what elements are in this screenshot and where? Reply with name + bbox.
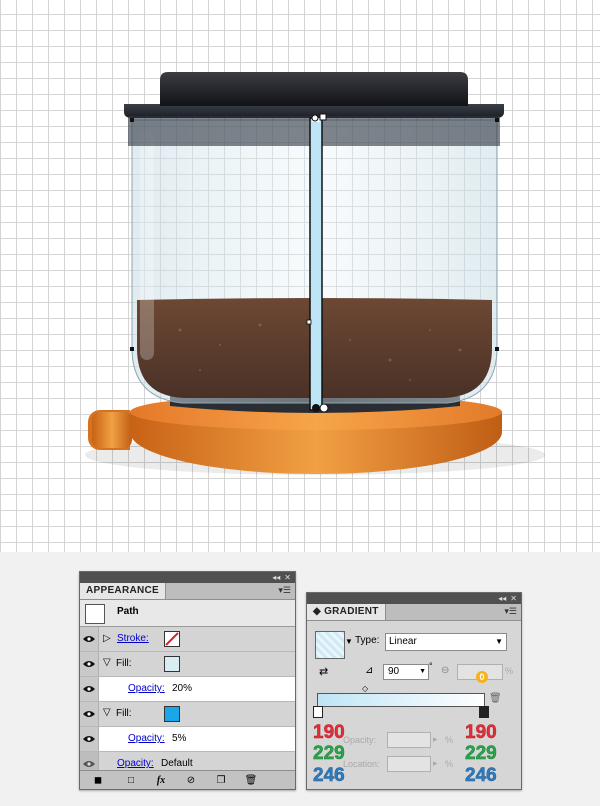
opacity-link[interactable]: Opacity: xyxy=(128,683,165,694)
jar-cap xyxy=(160,72,468,106)
opacity-value: 20% xyxy=(172,683,193,694)
appearance-panel: ◂◂ ✕ APPEARANCE ▾☰ Path ▷ Stroke: ▽ Fill:… xyxy=(79,571,296,790)
clear-appearance-icon[interactable]: □ xyxy=(116,775,146,786)
fx-icon[interactable]: fx xyxy=(146,775,176,786)
gradient-stop-start[interactable] xyxy=(313,706,323,718)
chevron-right-icon: ▸ xyxy=(433,734,438,744)
disclosure-triangle-open-icon[interactable]: ▽ xyxy=(103,707,111,718)
green-value-right: 229 xyxy=(465,743,497,764)
fill-label: Fill: xyxy=(116,708,132,719)
gradient-title: GRADIENT xyxy=(324,606,379,617)
fill-swatch-light[interactable] xyxy=(164,656,180,672)
blue-value-left: 246 xyxy=(313,765,345,786)
angle-icon: ⊿ xyxy=(365,665,374,676)
tab-appearance[interactable]: APPEARANCE xyxy=(80,583,167,599)
angle-input[interactable]: 90 ▼ xyxy=(383,664,429,680)
opacity-label: Opacity: xyxy=(343,735,377,745)
gradient-stop-end[interactable] xyxy=(479,706,489,718)
expand-icon: ◆ xyxy=(313,606,325,617)
angle-value: 90 xyxy=(388,666,400,677)
opacity-link[interactable]: Opacity: xyxy=(128,733,165,744)
path-label: Path xyxy=(117,606,139,617)
opacity-row-1[interactable]: Opacity: 20% xyxy=(80,677,295,702)
type-select[interactable]: Linear ▼ xyxy=(385,633,507,651)
stroke-swatch[interactable] xyxy=(164,631,180,647)
disclosure-triangle-icon[interactable]: ▷ xyxy=(103,633,111,644)
eye-icon[interactable] xyxy=(80,677,99,701)
trash-icon[interactable]: 🗑 xyxy=(236,775,266,786)
stroke-label[interactable]: Stroke: xyxy=(117,633,149,644)
opacity-row-2[interactable]: Opacity: 5% xyxy=(80,727,295,752)
eye-icon[interactable] xyxy=(80,652,99,676)
eye-icon[interactable] xyxy=(80,627,99,651)
jar-illustration[interactable] xyxy=(0,0,600,552)
percent-label: % xyxy=(445,735,454,745)
green-value-left: 229 xyxy=(313,743,345,764)
panel-menu-icon[interactable]: ▾☰ xyxy=(278,585,291,596)
location-label: Location: xyxy=(343,759,380,769)
fill-row-1[interactable]: ▽ Fill: xyxy=(80,652,295,677)
tab-gradient[interactable]: ◆ GRADIENT xyxy=(307,604,386,620)
appearance-footer: ◼ □ fx ⊘ ❐ 🗑 xyxy=(80,770,295,789)
degree-symbol: ° xyxy=(429,661,433,671)
gradient-ramp[interactable] xyxy=(317,693,485,707)
glass-highlight xyxy=(140,130,154,360)
red-value-right: 190 xyxy=(465,722,497,743)
panel-titlebar[interactable]: ◂◂ ✕ xyxy=(307,593,521,604)
eye-icon[interactable] xyxy=(80,727,99,751)
trash-icon[interactable]: 🗑 xyxy=(489,693,502,704)
no-icon[interactable]: ⊘ xyxy=(176,775,206,786)
opacity-value: 5% xyxy=(172,733,187,744)
reverse-gradient-icon[interactable]: ⇄ xyxy=(319,665,328,678)
chevron-down-icon: ▼ xyxy=(419,668,426,675)
type-select-value: Linear xyxy=(389,636,417,647)
close-icon[interactable]: ✕ xyxy=(284,572,291,583)
aspect-value-badge: 0 xyxy=(476,671,488,683)
gradient-panel: ◂◂ ✕ ◆ GRADIENT ▾☰ ▼ Type: Linear ▼ ⇄ ⊿ 9… xyxy=(306,592,522,790)
fill-row-2[interactable]: ▽ Fill: xyxy=(80,702,295,727)
collapse-icon[interactable]: ◂◂ xyxy=(498,593,506,604)
opacity-link[interactable]: Opacity: xyxy=(117,758,154,769)
eye-icon[interactable] xyxy=(80,702,99,726)
panel-titlebar[interactable]: ◂◂ ✕ xyxy=(80,572,295,583)
chevron-right-icon: ▸ xyxy=(433,758,438,768)
chevron-down-icon[interactable]: ▼ xyxy=(345,637,353,646)
fill-label: Fill: xyxy=(116,658,132,669)
path-thumbnail xyxy=(85,604,105,624)
percent-label: % xyxy=(505,666,514,676)
new-art-icon[interactable]: ◼ xyxy=(80,775,116,786)
panel-menu-icon[interactable]: ▾☰ xyxy=(504,606,517,617)
red-value-left: 190 xyxy=(313,722,345,743)
stroke-row[interactable]: ▷ Stroke: xyxy=(80,627,295,652)
midpoint-diamond-icon[interactable]: ◇ xyxy=(362,684,368,693)
duplicate-icon[interactable]: ❐ xyxy=(206,775,236,786)
percent-label: % xyxy=(445,759,454,769)
blue-value-right: 246 xyxy=(465,765,497,786)
gradient-thumbnail[interactable] xyxy=(315,631,345,659)
chevron-down-icon: ▼ xyxy=(495,637,503,646)
disclosure-triangle-open-icon[interactable]: ▽ xyxy=(103,657,111,668)
opacity-input[interactable] xyxy=(387,732,431,748)
collapse-icon[interactable]: ◂◂ xyxy=(272,572,280,583)
location-input[interactable] xyxy=(387,756,431,772)
opacity-value: Default xyxy=(161,758,193,769)
aspect-ratio-icon: ⊖ xyxy=(441,665,450,676)
close-icon[interactable]: ✕ xyxy=(510,593,517,604)
type-label: Type: xyxy=(355,635,380,646)
fill-swatch-blue[interactable] xyxy=(164,706,180,722)
